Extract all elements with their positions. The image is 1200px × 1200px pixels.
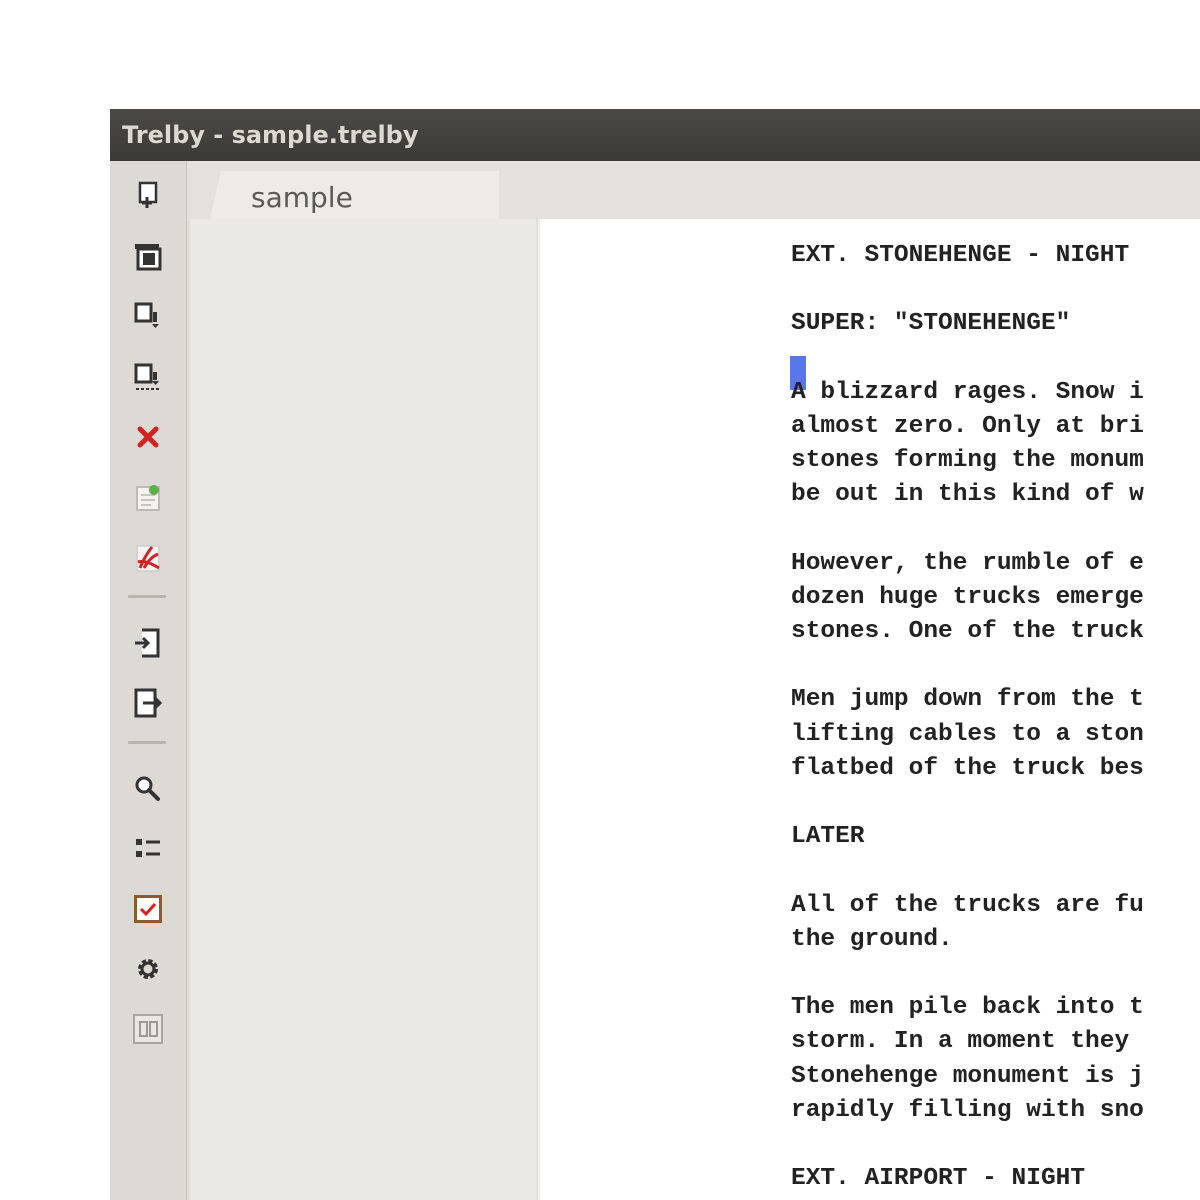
script-line: storm. In a moment they [791, 1028, 1130, 1056]
script-line: dozen huge trucks emerge [791, 583, 1144, 611]
spellcheck-icon[interactable] [130, 891, 166, 927]
script-blank-line [791, 649, 1144, 683]
main-toolbar [110, 161, 187, 1200]
script-blank-line [791, 786, 1144, 820]
script-line: be out in this kind of w [791, 481, 1144, 509]
tab-sample[interactable]: sample [209, 171, 499, 223]
script-page[interactable]: EXT. STONEHENGE - NIGHT SUPER: "STONEHEN… [538, 219, 1200, 1200]
revert-script-icon[interactable] [130, 480, 166, 516]
window-titlebar[interactable]: Trelby - sample.trelby [110, 109, 1200, 161]
script-line: A blizzard rages. Snow i [791, 378, 1144, 406]
script-line: Stonehenge monument is j [791, 1062, 1144, 1090]
script-line: SUPER: "STONEHENGE" [791, 310, 1071, 338]
new-script-icon[interactable] [130, 178, 166, 214]
script-line: lifting cables to a ston [791, 720, 1144, 748]
save-as-icon[interactable] [130, 359, 166, 395]
script-blank-line [791, 957, 1144, 991]
script-line: The men pile back into t [791, 994, 1144, 1022]
script-line: All of the trucks are fu [791, 891, 1144, 919]
script-line: Men jump down from the t [791, 686, 1144, 714]
save-script-icon[interactable] [130, 298, 166, 334]
report-list-icon[interactable] [130, 831, 166, 867]
tab-label: sample [251, 181, 353, 214]
script-line: However, the rumble of e [791, 549, 1144, 577]
tab-strip: sample [187, 161, 1200, 223]
script-line: LATER [791, 823, 865, 851]
script-line: the ground. [791, 925, 953, 953]
script-line: stones forming the monum [791, 447, 1144, 475]
script-line: stones. One of the truck [791, 618, 1144, 646]
script-line: EXT. AIRPORT - NIGHT [791, 1165, 1086, 1193]
script-line: rapidly filling with sno [791, 1096, 1144, 1124]
script-blank-line [791, 854, 1144, 888]
script-line: EXT. STONEHENGE - NIGHT [791, 242, 1130, 269]
script-line: flatbed of the truck bes [791, 754, 1144, 782]
script-blank-line [791, 342, 1144, 376]
toolbar-separator [128, 595, 166, 598]
script-blank-line [791, 273, 1144, 307]
script-side-pane [190, 219, 536, 1200]
settings-gear-icon[interactable] [130, 951, 166, 987]
script-blank-line [791, 513, 1144, 547]
export-pdf-icon[interactable] [130, 540, 166, 576]
toolbar-separator [128, 741, 166, 744]
close-script-icon[interactable] [130, 419, 166, 455]
import-icon[interactable] [130, 625, 166, 661]
script-text[interactable]: EXT. STONEHENGE - NIGHT SUPER: "STONEHEN… [791, 239, 1144, 1196]
script-line: almost zero. Only at bri [791, 412, 1144, 440]
compare-scripts-icon[interactable] [130, 1011, 166, 1047]
trelby-window: Trelby - sample.trelby sample EXT. STONE… [110, 109, 1200, 1200]
open-script-icon[interactable] [130, 239, 166, 275]
find-replace-icon[interactable] [130, 771, 166, 807]
export-icon[interactable] [130, 685, 166, 721]
script-blank-line [791, 1128, 1144, 1162]
window-title: Trelby - sample.trelby [122, 121, 419, 149]
